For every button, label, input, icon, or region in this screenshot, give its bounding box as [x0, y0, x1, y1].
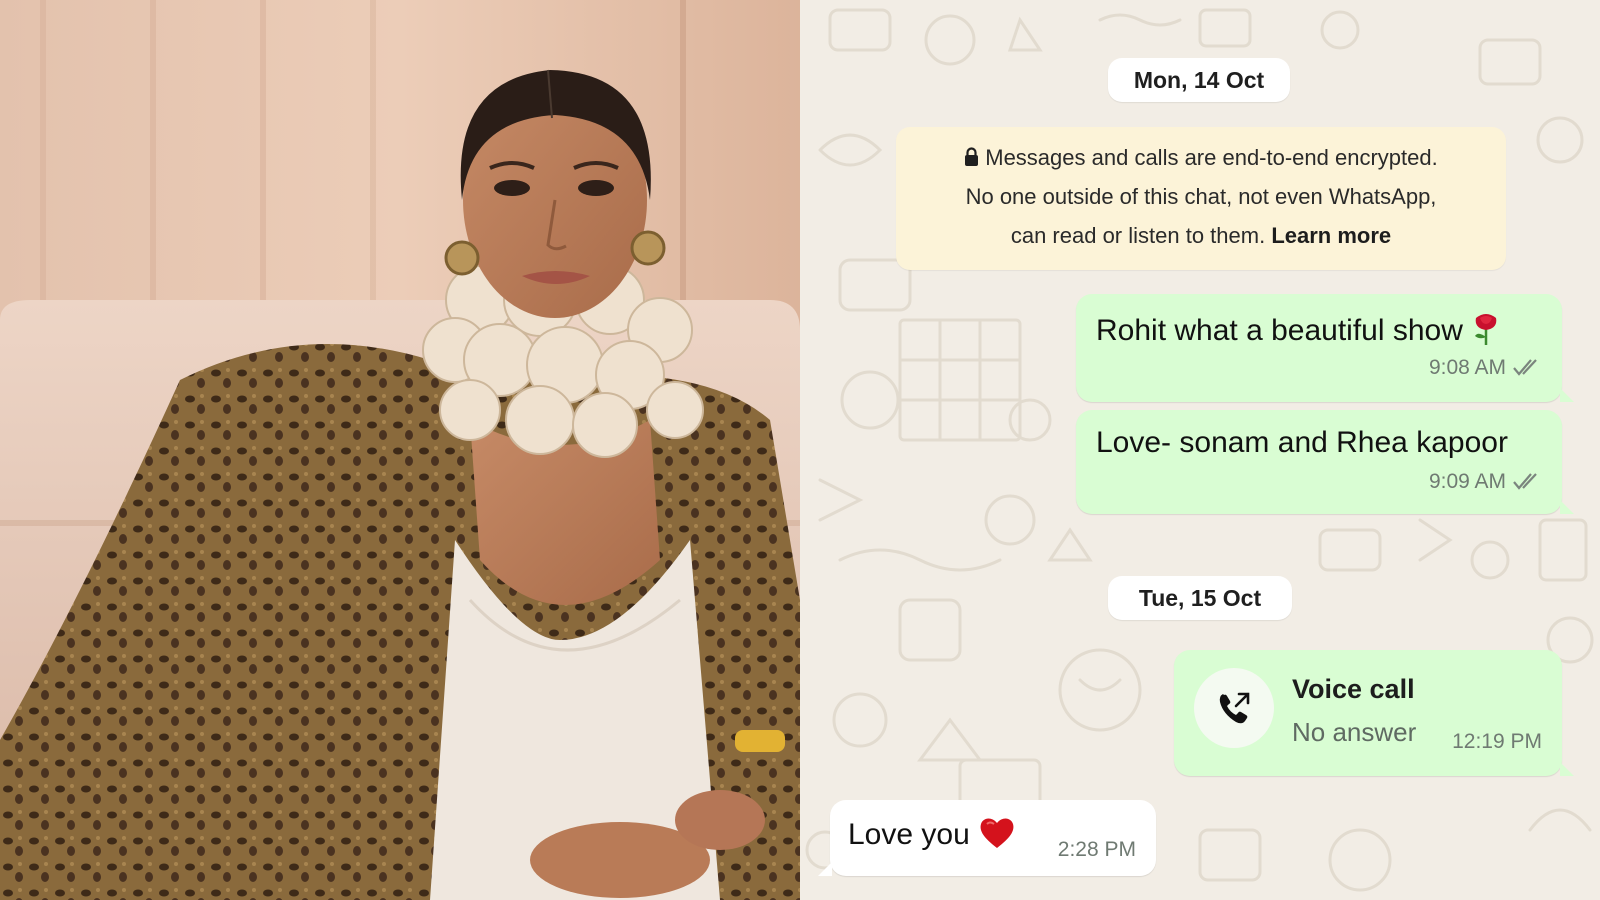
call-status: No answer: [1292, 717, 1417, 747]
message-time: 12:19 PM: [1452, 730, 1542, 753]
message-time: 2:28 PM: [1057, 838, 1136, 861]
encryption-notice-text-3: can read or listen to them.: [1010, 223, 1266, 248]
message-text: Love you: [848, 818, 970, 851]
encryption-notice[interactable]: Messages and calls are end-to-end encryp…: [896, 127, 1506, 270]
red-heart-icon: [980, 818, 1014, 848]
double-check-icon: [1513, 359, 1537, 376]
double-check-icon: [1513, 473, 1537, 490]
encryption-notice-text-1: Messages and calls are end-to-end encryp…: [985, 145, 1438, 170]
message-time: 9:08 AM: [1428, 356, 1506, 379]
message-text: Love- sonam and Rhea kapoor: [1096, 426, 1508, 459]
message-time: 9:09 AM: [1428, 470, 1506, 493]
message-meta: 9:08 AM: [1429, 356, 1542, 380]
encryption-notice-line1: Messages and calls are end-to-end encryp…: [896, 138, 1506, 177]
outgoing-message[interactable]: Rohit what a beautiful show 9:08 AM: [1076, 294, 1574, 402]
call-title: Voice call: [1292, 674, 1415, 704]
incoming-message[interactable]: Love you 2:28 PM: [818, 800, 1156, 876]
chat-screen: Mon, 14 Oct Messages and calls are end-t…: [800, 0, 1600, 900]
call-icon-button[interactable]: [1194, 668, 1274, 748]
outgoing-call-icon: [1219, 692, 1250, 724]
date-separator: Tue, 15 Oct: [1108, 576, 1292, 620]
encryption-notice-text-2: No one outside of this chat, not even Wh…: [965, 184, 1437, 209]
message-text-row: Rohit what a beautiful show: [1096, 312, 1501, 348]
lock-icon: [965, 147, 979, 166]
learn-more-link[interactable]: Learn more: [1271, 223, 1391, 248]
encryption-notice-line3: can read or listen to them. Learn more: [896, 216, 1506, 255]
date-separator: Mon, 14 Oct: [1108, 58, 1290, 102]
message-text: Rohit what a beautiful show: [1096, 314, 1463, 347]
call-log-message[interactable]: Voice call No answer 12:19 PM: [1174, 650, 1574, 776]
rose-icon: [1474, 314, 1497, 345]
portrait-photo: [0, 0, 800, 900]
outgoing-message[interactable]: Love- sonam and Rhea kapoor 9:09 AM: [1076, 410, 1574, 514]
message-text-row: Love you: [848, 816, 1016, 852]
message-meta: 9:09 AM: [1429, 470, 1542, 494]
